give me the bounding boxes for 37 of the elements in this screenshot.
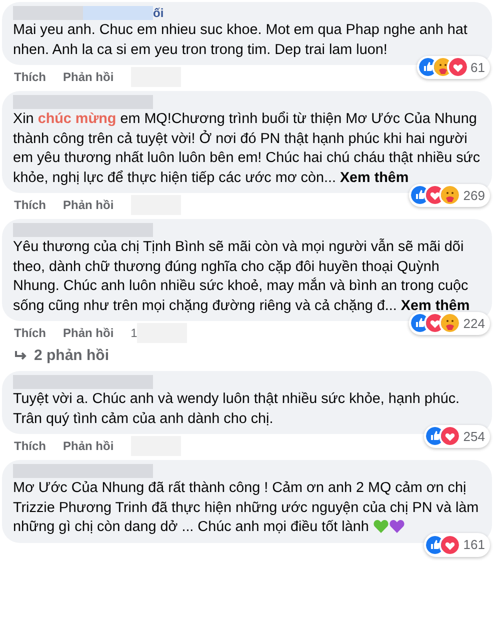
thumbs-up-icon <box>426 536 444 554</box>
action-link[interactable]: Thích <box>14 196 46 214</box>
reactions-summary[interactable]: 224 <box>409 312 490 335</box>
replies-link[interactable]: 2 phản hồi <box>2 344 492 368</box>
thumbs-up-icon <box>418 58 437 76</box>
reaction-count: 161 <box>463 536 485 554</box>
action-link[interactable]: Thích <box>14 324 46 342</box>
action-link[interactable]: Phản hồi <box>63 324 114 342</box>
heart-icon <box>441 427 460 446</box>
action-link[interactable]: Thích <box>14 437 46 455</box>
heart-icon <box>448 58 467 76</box>
see-more-link[interactable]: Xem thêm <box>340 170 409 186</box>
timestamp: 1 <box>130 325 138 342</box>
action-link[interactable]: Thích <box>14 68 46 86</box>
heart-icon <box>426 186 444 204</box>
author-name: ối <box>153 5 164 22</box>
reaction-count: 224 <box>463 314 485 332</box>
see-more-link[interactable]: Xem thêm <box>400 298 470 314</box>
thumbs-up-icon <box>411 186 430 204</box>
reactions-summary[interactable]: 254 <box>424 424 490 448</box>
reply-arrow-icon <box>14 350 28 362</box>
reactions-summary[interactable]: 61 <box>416 56 490 79</box>
hugging-face-icon <box>441 186 460 204</box>
reaction-count: 254 <box>463 428 485 446</box>
heart-icon <box>441 536 460 554</box>
action-link[interactable]: Phản hồi <box>63 68 114 86</box>
action-link[interactable]: Phản hồi <box>63 196 114 214</box>
reaction-count: 269 <box>463 186 485 204</box>
hugging-face-icon <box>434 58 452 76</box>
thumbs-up-icon <box>426 427 444 446</box>
reactions-summary[interactable]: 269 <box>409 184 490 207</box>
action-link[interactable]: Phản hồi <box>63 437 114 455</box>
reaction-count: 61 <box>470 58 485 76</box>
thumbs-up-icon <box>411 314 430 332</box>
heart-icon <box>426 314 444 332</box>
reactions-summary[interactable]: 161 <box>424 533 490 556</box>
hugging-face-icon <box>441 314 460 332</box>
